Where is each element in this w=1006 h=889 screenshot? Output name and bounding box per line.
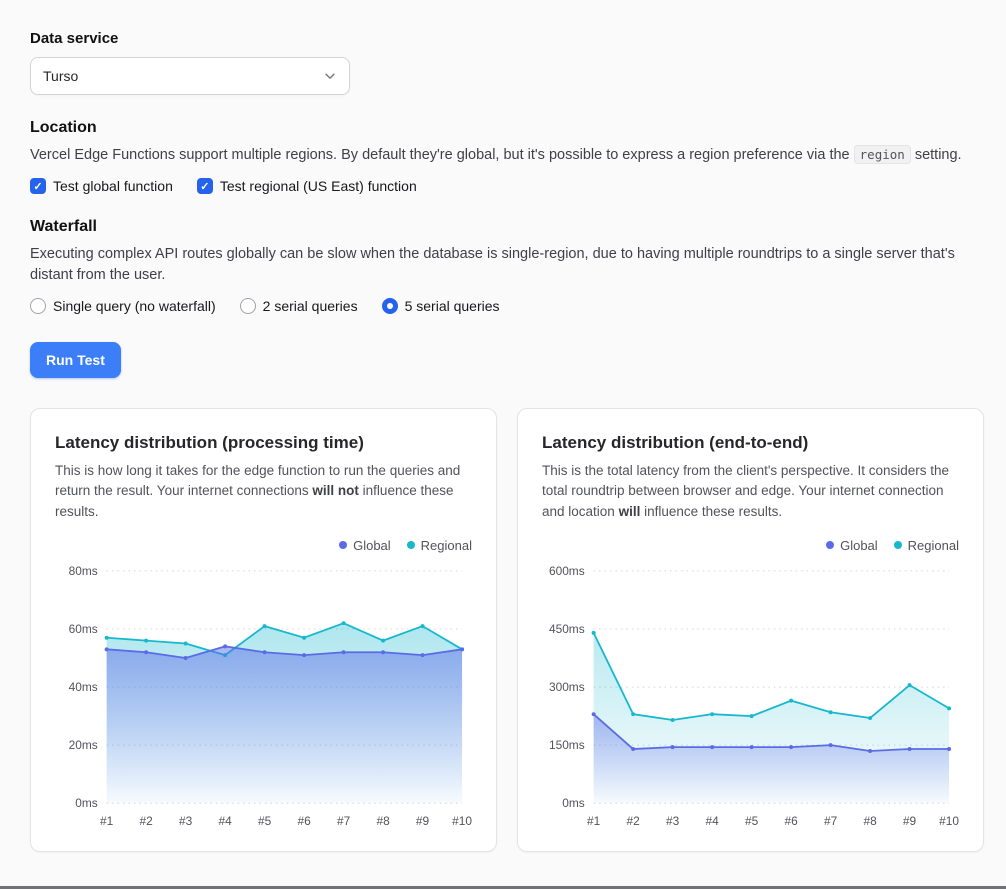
legend-item-global: Global (826, 538, 878, 553)
svg-text:#4: #4 (218, 814, 232, 828)
card-description: This is the total latency from the clien… (542, 461, 959, 522)
svg-text:#1: #1 (100, 814, 114, 828)
radio-label: Single query (no waterfall) (53, 298, 216, 314)
svg-text:300ms: 300ms (549, 680, 585, 694)
svg-text:#8: #8 (863, 814, 877, 828)
chevron-down-icon (323, 69, 337, 83)
svg-text:#3: #3 (179, 814, 193, 828)
checkbox-icon: ✓ (30, 178, 46, 194)
svg-text:#2: #2 (627, 814, 641, 828)
radio-label: 5 serial queries (405, 298, 500, 314)
svg-text:#6: #6 (784, 814, 798, 828)
card-desc-post: influence these results. (640, 504, 782, 519)
checkbox-test-regional-function[interactable]: ✓ Test regional (US East) function (197, 178, 417, 194)
page: Data service Turso Location Vercel Edge … (0, 0, 1006, 852)
chart-legend: Global Regional (55, 538, 472, 553)
svg-text:#10: #10 (452, 814, 472, 828)
svg-text:#3: #3 (666, 814, 680, 828)
svg-text:600ms: 600ms (549, 564, 585, 578)
svg-text:40ms: 40ms (69, 680, 98, 694)
radio-5-serial-queries[interactable]: 5 serial queries (382, 298, 500, 314)
radio-icon (30, 298, 46, 314)
chart-legend: Global Regional (542, 538, 959, 553)
radio-single-query[interactable]: Single query (no waterfall) (30, 298, 216, 314)
legend-item-regional: Regional (894, 538, 959, 553)
svg-text:#9: #9 (416, 814, 430, 828)
svg-text:#4: #4 (705, 814, 719, 828)
svg-text:#9: #9 (903, 814, 917, 828)
svg-text:#1: #1 (587, 814, 601, 828)
global-legend-dot (339, 541, 347, 549)
select-value: Turso (43, 68, 78, 84)
location-desc-post: setting. (911, 147, 962, 163)
card-description: This is how long it takes for the edge f… (55, 461, 472, 522)
svg-text:#6: #6 (297, 814, 311, 828)
card-desc-bold: will not (312, 483, 359, 498)
svg-text:20ms: 20ms (69, 738, 98, 752)
radio-icon (382, 298, 398, 314)
location-checkbox-row: ✓ Test global function ✓ Test regional (… (30, 178, 984, 194)
svg-text:0ms: 0ms (75, 796, 98, 810)
svg-text:#2: #2 (140, 814, 154, 828)
processing-time-chart: 0ms 20ms 40ms 60ms 80ms #1 #2 #3 #4 #5 #6 #7 #8 #9 #10 (55, 559, 472, 833)
run-test-button[interactable]: Run Test (30, 342, 121, 378)
end-to-end-card: Latency distribution (end-to-end) This i… (517, 408, 984, 852)
svg-text:#8: #8 (376, 814, 390, 828)
data-service-select[interactable]: Turso (30, 57, 350, 95)
radio-2-serial-queries[interactable]: 2 serial queries (240, 298, 358, 314)
checkbox-label: Test regional (US East) function (220, 178, 417, 194)
waterfall-description: Executing complex API routes globally ca… (30, 244, 984, 286)
card-title: Latency distribution (processing time) (55, 433, 472, 453)
checkbox-test-global-function[interactable]: ✓ Test global function (30, 178, 173, 194)
checkbox-label: Test global function (53, 178, 173, 194)
location-heading: Location (30, 119, 984, 137)
radio-icon (240, 298, 256, 314)
waterfall-heading: Waterfall (30, 218, 984, 236)
svg-text:60ms: 60ms (69, 622, 98, 636)
legend-label: Regional (908, 538, 959, 553)
legend-item-regional: Regional (407, 538, 472, 553)
checkbox-icon: ✓ (197, 178, 213, 194)
svg-text:0ms: 0ms (562, 796, 585, 810)
end-to-end-chart: 0ms 150ms 300ms 450ms 600ms #1 #2 #3 #4 #5 #6 #7 #8 #… (542, 559, 959, 833)
regional-legend-dot (407, 541, 415, 549)
legend-label: Global (353, 538, 391, 553)
card-title: Latency distribution (end-to-end) (542, 433, 959, 453)
legend-label: Regional (421, 538, 472, 553)
waterfall-radio-row: Single query (no waterfall) 2 serial que… (30, 298, 984, 314)
region-code-chip: region (854, 145, 911, 164)
radio-label: 2 serial queries (263, 298, 358, 314)
global-legend-dot (826, 541, 834, 549)
svg-text:#7: #7 (337, 814, 351, 828)
location-description: Vercel Edge Functions support multiple r… (30, 145, 984, 166)
svg-text:450ms: 450ms (549, 622, 585, 636)
svg-text:80ms: 80ms (69, 564, 98, 578)
charts-row: Latency distribution (processing time) T… (30, 408, 984, 852)
data-service-label: Data service (30, 30, 984, 47)
legend-label: Global (840, 538, 878, 553)
svg-text:150ms: 150ms (549, 738, 585, 752)
card-desc-bold: will (619, 504, 641, 519)
legend-item-global: Global (339, 538, 391, 553)
svg-text:#5: #5 (745, 814, 759, 828)
regional-legend-dot (894, 541, 902, 549)
svg-text:#7: #7 (824, 814, 838, 828)
processing-time-card: Latency distribution (processing time) T… (30, 408, 497, 852)
svg-text:#5: #5 (258, 814, 272, 828)
location-desc-pre: Vercel Edge Functions support multiple r… (30, 147, 854, 163)
svg-text:#10: #10 (939, 814, 959, 828)
